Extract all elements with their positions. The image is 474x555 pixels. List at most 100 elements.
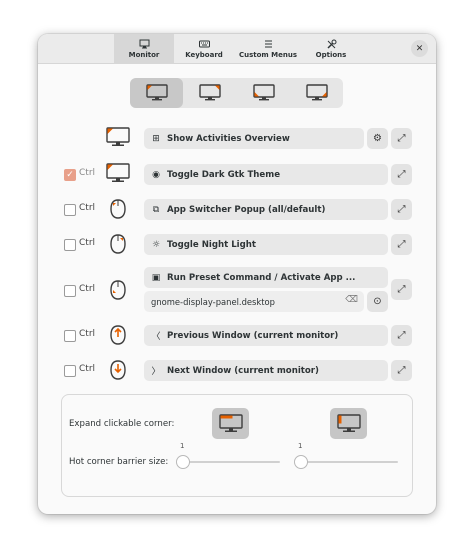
- tab-custom-menus[interactable]: Custom Menus: [236, 34, 300, 64]
- tab-monitor[interactable]: Monitor: [114, 34, 174, 64]
- ctrl-label: Ctrl: [79, 203, 96, 213]
- corner-top-left-button[interactable]: [130, 78, 183, 108]
- ctrl-checkbox[interactable]: [64, 239, 76, 251]
- chevron-right-icon: 〉: [151, 367, 161, 377]
- action-label: Previous Window (current monitor): [167, 330, 339, 341]
- monitor-expand-horizontal-icon: [218, 413, 243, 432]
- expand-button[interactable]: ⤢: [391, 164, 412, 185]
- action-select-row-5[interactable]: ▣ Run Preset Command / Activate App ...: [144, 267, 388, 288]
- settings-window: Monitor Keyboard Custom Menus Options ✕: [38, 34, 436, 514]
- monitor-expand-vertical-icon: [336, 413, 361, 432]
- expand-button[interactable]: ⤢: [391, 199, 412, 220]
- expand-icon: ⤢: [397, 330, 406, 341]
- command-text: gnome-display-panel.desktop: [151, 296, 275, 307]
- monitor-top-right-icon: [198, 84, 221, 101]
- mouse-scroll-down-icon: [106, 359, 130, 381]
- expand-icon: ⤢: [397, 169, 406, 180]
- action-select-row-1[interactable]: ⊞ Show Activities Overview: [144, 128, 364, 149]
- terminal-icon: ▣: [151, 272, 161, 283]
- expand-button[interactable]: ⤢: [391, 234, 412, 255]
- tab-label: Options: [315, 51, 347, 59]
- expand-button[interactable]: ⤢: [391, 360, 412, 381]
- action-label: Toggle Night Light: [167, 239, 256, 250]
- ctrl-label: Ctrl: [79, 329, 96, 339]
- ctrl-checkbox[interactable]: ✓: [64, 169, 76, 181]
- tab-label: Custom Menus: [238, 51, 298, 59]
- barrier-slider-horizontal[interactable]: 1: [176, 442, 280, 472]
- gear-icon: ⚙: [373, 133, 382, 144]
- keyboard-icon: [198, 40, 210, 48]
- ctrl-label: Ctrl: [79, 238, 96, 248]
- sun-icon: ☼: [151, 239, 161, 250]
- expand-corner-label: Expand clickable corner:: [69, 419, 175, 429]
- action-select-row-4[interactable]: ☼ Toggle Night Light: [144, 234, 388, 255]
- corner-bottom-right-button[interactable]: [290, 78, 343, 108]
- expand-icon: ⤢: [397, 204, 406, 215]
- monitor-corner-icon: [106, 127, 130, 149]
- expand-button[interactable]: ⤢: [391, 128, 412, 149]
- mouse-top-left-icon: [106, 198, 130, 220]
- action-select-row-7[interactable]: 〉 Next Window (current monitor): [144, 360, 388, 381]
- target-icon: ⊙: [373, 296, 382, 307]
- chevron-left-icon: 〈: [151, 332, 161, 342]
- monitor-top-left-icon: [145, 84, 168, 101]
- ctrl-checkbox[interactable]: [64, 330, 76, 342]
- slider-knob[interactable]: [294, 455, 308, 469]
- ctrl-checkbox[interactable]: [64, 285, 76, 297]
- corner-options-panel: Expand clickable corner: Hot corner barr…: [61, 394, 413, 497]
- header-bar: Monitor Keyboard Custom Menus Options ✕: [38, 34, 436, 64]
- slider-track: [180, 461, 280, 463]
- corner-top-right-button[interactable]: [183, 78, 236, 108]
- settings-button[interactable]: ⚙: [367, 128, 388, 149]
- expand-icon: ⤢: [397, 284, 406, 295]
- slider-knob[interactable]: [176, 455, 190, 469]
- clear-icon[interactable]: ⌫: [345, 295, 358, 305]
- tab-options[interactable]: Options: [306, 34, 356, 64]
- grid-icon: ⊞: [152, 133, 160, 144]
- barrier-size-label: Hot corner barrier size:: [69, 457, 169, 467]
- monitor-corner-switch: [130, 78, 343, 108]
- mouse-scroll-up-icon: [106, 324, 130, 346]
- expand-button[interactable]: ⤢: [391, 279, 412, 300]
- close-icon: ✕: [415, 43, 424, 54]
- action-label: App Switcher Popup (all/default): [167, 204, 326, 215]
- close-button[interactable]: ✕: [411, 40, 428, 57]
- action-select-row-2[interactable]: ◉ Toggle Dark Gtk Theme: [144, 164, 388, 185]
- action-select-row-6[interactable]: 〈 Previous Window (current monitor): [144, 325, 388, 346]
- ctrl-checkbox[interactable]: [64, 204, 76, 216]
- expand-icon: ⤢: [397, 133, 406, 144]
- ctrl-checkbox[interactable]: [64, 365, 76, 377]
- action-label: Run Preset Command / Activate App ...: [167, 272, 356, 283]
- action-label: Show Activities Overview: [167, 133, 290, 144]
- ctrl-label: Ctrl: [79, 168, 96, 178]
- monitor-corner-icon: [106, 163, 130, 185]
- tools-icon: [326, 39, 336, 49]
- action-select-row-3[interactable]: ⧉ App Switcher Popup (all/default): [144, 199, 388, 220]
- monitor-icon: [139, 39, 149, 49]
- expand-vertical-button[interactable]: [330, 408, 367, 439]
- command-entry[interactable]: gnome-display-panel.desktop ⌫: [144, 291, 364, 312]
- slider-value: 1: [180, 442, 185, 450]
- slider-value: 1: [298, 442, 303, 450]
- tab-label: Keyboard: [185, 51, 223, 59]
- pick-app-button[interactable]: ⊙: [367, 291, 388, 312]
- mouse-bottom-left-icon: [106, 279, 130, 301]
- mouse-top-right-icon: [106, 233, 130, 255]
- tab-keyboard[interactable]: Keyboard: [176, 34, 232, 64]
- corner-bottom-left-button[interactable]: [237, 78, 290, 108]
- action-label: Next Window (current monitor): [167, 365, 319, 376]
- monitor-bottom-right-icon: [305, 84, 328, 101]
- action-label: Toggle Dark Gtk Theme: [167, 169, 281, 180]
- expand-horizontal-button[interactable]: [212, 408, 249, 439]
- window-switch-icon: ⧉: [152, 204, 160, 215]
- eye-icon: ◉: [152, 169, 160, 180]
- monitor-bottom-left-icon: [252, 84, 275, 101]
- menu-icon: [264, 40, 272, 48]
- tab-label: Monitor: [128, 51, 160, 59]
- check-icon: ✓: [66, 170, 74, 180]
- ctrl-label: Ctrl: [79, 364, 96, 374]
- slider-track: [298, 461, 398, 463]
- expand-button[interactable]: ⤢: [391, 325, 412, 346]
- expand-icon: ⤢: [397, 365, 406, 376]
- barrier-slider-vertical[interactable]: 1: [294, 442, 398, 472]
